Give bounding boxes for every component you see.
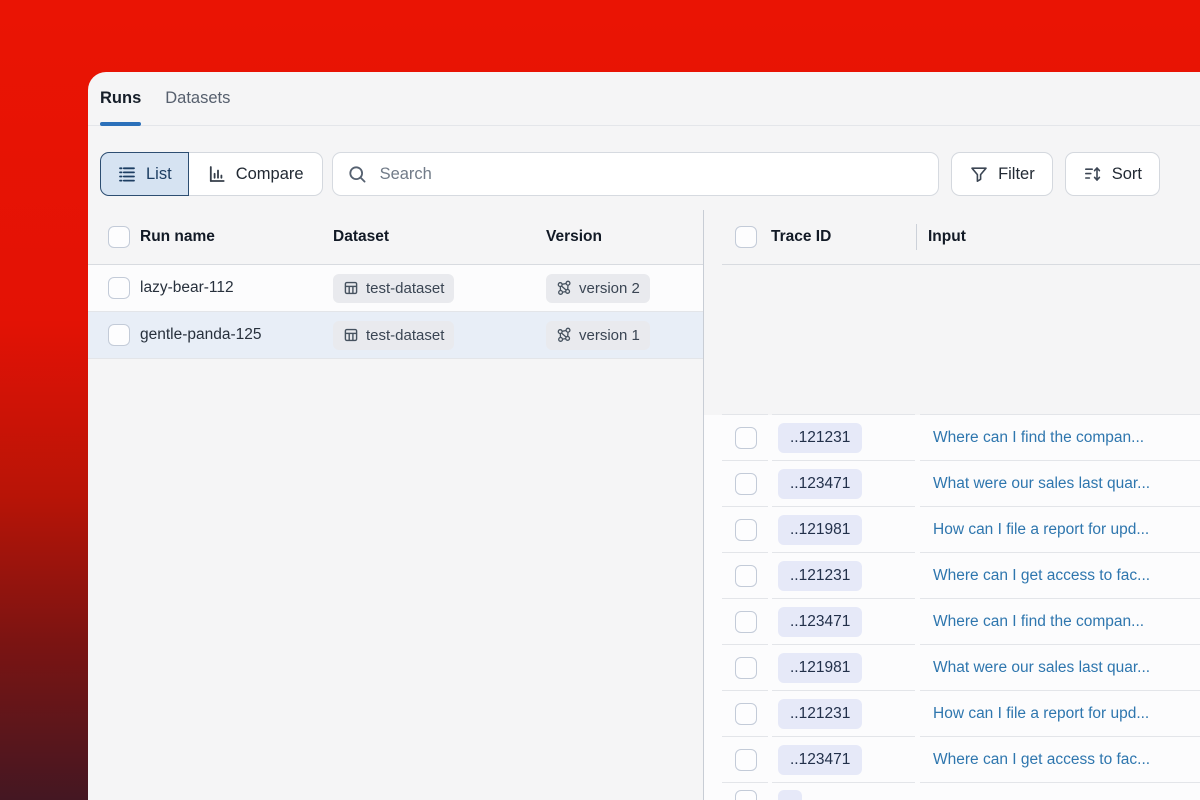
trace-row[interactable] (704, 783, 1200, 800)
version-badge-label: version 2 (579, 280, 640, 297)
trace-input-link[interactable]: How can I file a report for upd... (933, 521, 1149, 539)
tab-datasets-label: Datasets (165, 89, 230, 108)
tab-runs-label: Runs (100, 89, 141, 108)
runs-table: Run name Dataset Version lazy-bear-112 t… (88, 210, 703, 800)
run-checkbox[interactable] (108, 277, 130, 299)
trace-checkbox[interactable] (735, 473, 757, 495)
filter-button[interactable]: Filter (951, 152, 1053, 196)
trace-row[interactable]: ..121231 Where can I get access to fac..… (704, 553, 1200, 599)
trace-id-badge: ..121231 (778, 699, 862, 729)
trace-checkbox[interactable] (735, 611, 757, 633)
trace-row[interactable]: ..121981 How can I file a report for upd… (704, 507, 1200, 553)
traces-empty-space (704, 265, 1200, 415)
trace-row[interactable]: ..121981 What were our sales last quar..… (704, 645, 1200, 691)
list-icon (117, 164, 137, 184)
column-header-run-name: Run name (140, 228, 333, 246)
traces-table-header: Trace ID Input (704, 210, 1200, 265)
trace-input-link[interactable]: Where can I get access to fac... (933, 751, 1150, 769)
content-area: Run name Dataset Version lazy-bear-112 t… (88, 210, 1200, 800)
run-checkbox[interactable] (108, 324, 130, 346)
trace-row[interactable]: ..123471 What were our sales last quar..… (704, 461, 1200, 507)
select-all-runs-checkbox[interactable] (108, 226, 130, 248)
trace-checkbox[interactable] (735, 703, 757, 725)
tab-bar: Runs Datasets (88, 72, 1200, 126)
trace-checkbox[interactable] (735, 790, 757, 800)
tab-runs[interactable]: Runs (100, 72, 141, 125)
trace-row[interactable]: ..121231 How can I file a report for upd… (704, 691, 1200, 737)
trace-checkbox[interactable] (735, 427, 757, 449)
trace-input-link[interactable]: Where can I get access to fac... (933, 567, 1150, 585)
run-row[interactable]: gentle-panda-125 test-dataset (88, 312, 703, 359)
search-icon (347, 164, 368, 185)
search-input[interactable] (380, 165, 925, 184)
filter-funnel-icon (969, 164, 989, 184)
list-view-button[interactable]: List (100, 152, 189, 196)
trace-checkbox[interactable] (735, 565, 757, 587)
trace-checkbox[interactable] (735, 657, 757, 679)
column-separator (916, 224, 917, 250)
toolbar: List Compare (88, 126, 1200, 210)
dataset-table-icon (343, 280, 359, 296)
trace-id-badge: ..123471 (778, 607, 862, 637)
tab-datasets[interactable]: Datasets (165, 72, 230, 125)
active-tab-underline (100, 122, 141, 126)
filter-label: Filter (998, 165, 1035, 184)
traces-table: Trace ID Input ..121231 Where can I find… (703, 210, 1200, 800)
bar-chart-icon (207, 164, 227, 184)
trace-id-badge: ..121981 (778, 653, 862, 683)
sort-button[interactable]: Sort (1065, 152, 1160, 196)
trace-input-link[interactable]: Where can I find the compan... (933, 429, 1144, 447)
trace-id-badge: ..121981 (778, 515, 862, 545)
desktop-background: Runs Datasets List (0, 0, 1200, 800)
sort-icon (1083, 164, 1103, 184)
run-name: gentle-panda-125 (140, 326, 333, 344)
version-graph-icon (556, 280, 572, 296)
trace-id-badge: ..121231 (778, 423, 862, 453)
trace-input-link[interactable]: What were our sales last quar... (933, 475, 1150, 493)
trace-input-link[interactable]: How can I file a report for upd... (933, 705, 1149, 723)
select-all-traces-checkbox[interactable] (735, 226, 757, 248)
compare-view-label: Compare (236, 165, 304, 184)
trace-input-link[interactable]: What were our sales last quar... (933, 659, 1150, 677)
column-header-dataset: Dataset (333, 228, 546, 246)
column-header-trace-id: Trace ID (771, 228, 831, 246)
run-row[interactable]: lazy-bear-112 test-dataset (88, 265, 703, 312)
column-header-version: Version (546, 228, 703, 246)
run-name: lazy-bear-112 (140, 279, 333, 297)
trace-id-badge: ..123471 (778, 469, 862, 499)
column-header-input: Input (915, 210, 1200, 265)
trace-row[interactable]: ..123471 Where can I find the compan... (704, 599, 1200, 645)
trace-checkbox[interactable] (735, 749, 757, 771)
dataset-badge-label: test-dataset (366, 280, 444, 297)
trace-id-badge: ..121231 (778, 561, 862, 591)
dataset-badge: test-dataset (333, 274, 454, 303)
app-panel: Runs Datasets List (88, 72, 1200, 800)
view-toggle: List Compare (100, 152, 323, 196)
trace-id-badge: ..123471 (778, 745, 862, 775)
dataset-badge: test-dataset (333, 321, 454, 350)
trace-id-badge (778, 790, 802, 800)
version-badge-label: version 1 (579, 327, 640, 344)
trace-row[interactable]: ..123471 Where can I get access to fac..… (704, 737, 1200, 783)
version-badge: version 1 (546, 321, 650, 350)
trace-input-link[interactable]: Where can I find the compan... (933, 613, 1144, 631)
runs-table-header: Run name Dataset Version (88, 210, 703, 265)
dataset-table-icon (343, 327, 359, 343)
dataset-badge-label: test-dataset (366, 327, 444, 344)
sort-label: Sort (1112, 165, 1142, 184)
version-badge: version 2 (546, 274, 650, 303)
version-graph-icon (556, 327, 572, 343)
trace-row[interactable]: ..121231 Where can I find the compan... (704, 415, 1200, 461)
list-view-label: List (146, 165, 172, 184)
search-box (332, 152, 940, 196)
compare-view-button[interactable]: Compare (189, 152, 323, 196)
trace-checkbox[interactable] (735, 519, 757, 541)
